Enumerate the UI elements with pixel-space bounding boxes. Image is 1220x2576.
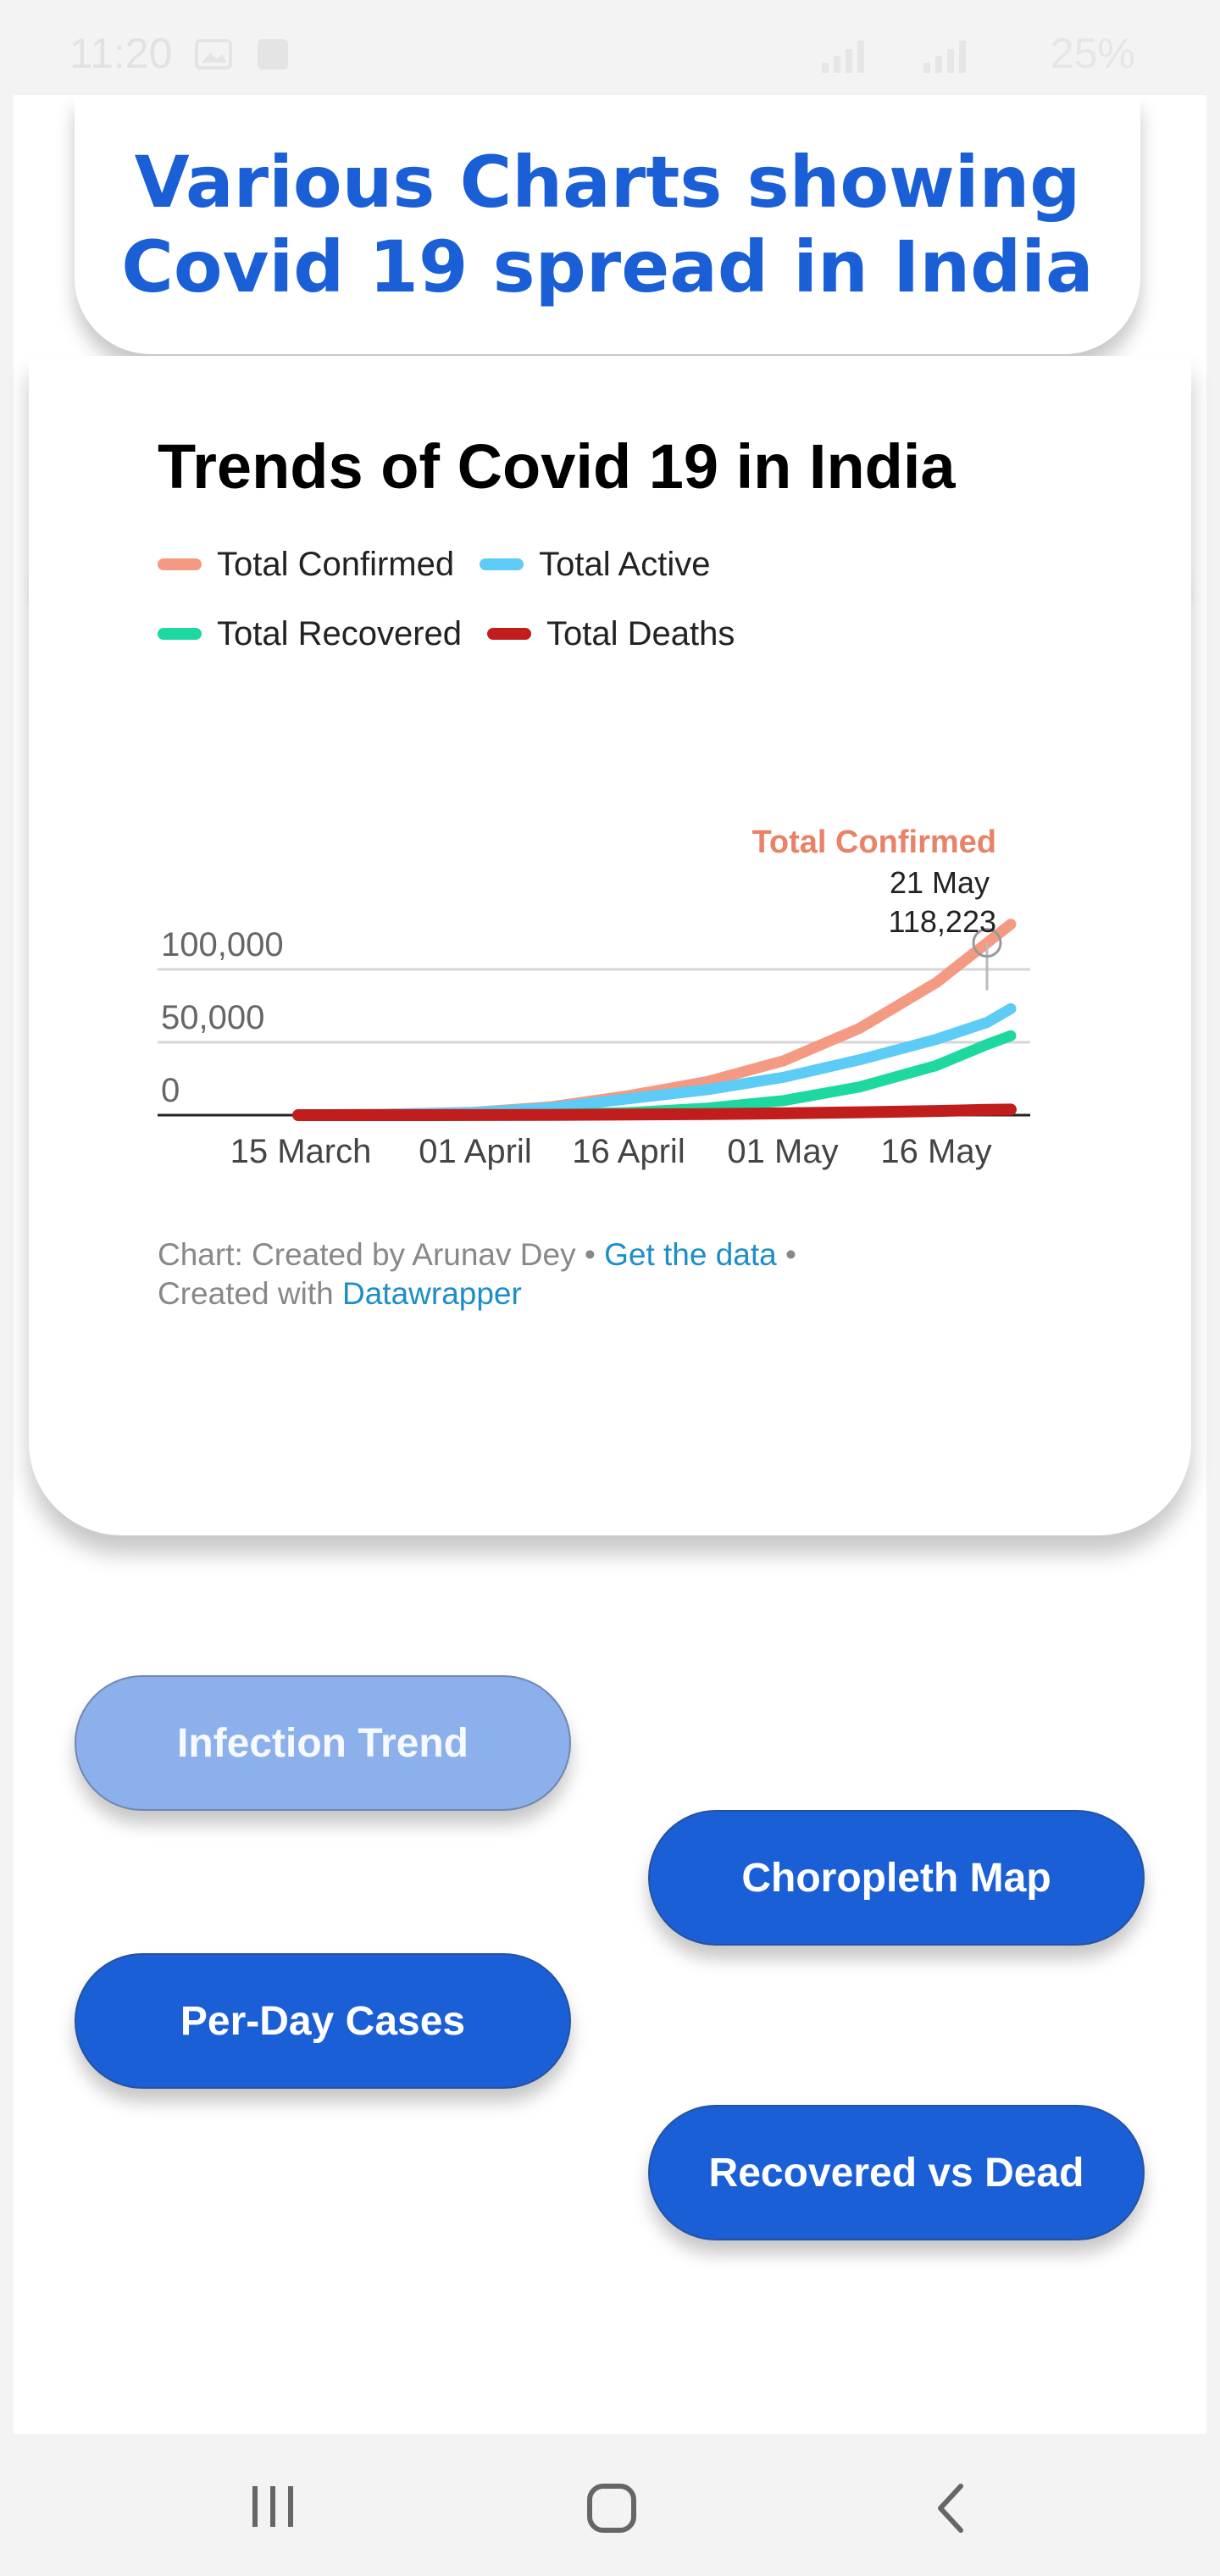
y-tick-label: 50,000 bbox=[161, 999, 264, 1036]
series-line-total-active bbox=[292, 1002, 1017, 1121]
get-the-data-link[interactable]: Get the data bbox=[604, 1237, 777, 1272]
x-tick-label: 16 May bbox=[880, 1133, 991, 1170]
datawrapper-link[interactable]: Datawrapper bbox=[342, 1276, 522, 1311]
x-tick-label: 01 May bbox=[727, 1133, 838, 1170]
credits-separator: • bbox=[785, 1237, 796, 1272]
series-line-total-deaths bbox=[292, 1103, 1017, 1121]
home-icon[interactable] bbox=[585, 2481, 639, 2535]
annotation-date: 21 May bbox=[890, 865, 990, 900]
y-tick-label: 0 bbox=[161, 1072, 180, 1109]
x-tick-label: 15 March bbox=[230, 1133, 372, 1170]
annotation-series-label: Total Confirmed bbox=[751, 824, 996, 860]
per-day-cases-button[interactable]: Per-Day Cases bbox=[75, 1953, 571, 2089]
recovered-vs-dead-label: Recovered vs Dead bbox=[708, 2150, 1084, 2196]
series-line-total-confirmed bbox=[292, 919, 1017, 1121]
chart-plot: 0 50,000 100,000 15 March 01 April 16 April 01… bbox=[158, 824, 1030, 1170]
x-tick-label: 01 April bbox=[419, 1133, 531, 1170]
system-nav-bar bbox=[0, 2434, 1220, 2576]
credits-prefix: Chart: Created by Arunav Dey • bbox=[158, 1237, 596, 1272]
chart-credits: Chart: Created by Arunav Dey • Get the d… bbox=[158, 1235, 796, 1313]
per-day-cases-label: Per-Day Cases bbox=[180, 1998, 466, 2044]
recovered-vs-dead-button[interactable]: Recovered vs Dead bbox=[648, 2105, 1145, 2240]
y-tick-label: 100,000 bbox=[161, 926, 284, 963]
infection-trend-label: Infection Trend bbox=[176, 1720, 469, 1766]
choropleth-map-label: Choropleth Map bbox=[741, 1855, 1051, 1901]
annotation-value: 118,223 bbox=[889, 904, 996, 939]
credits-created-with: Created with bbox=[158, 1276, 334, 1311]
choropleth-map-button[interactable]: Choropleth Map bbox=[648, 1810, 1145, 1946]
x-tick-label: 16 April bbox=[572, 1133, 685, 1170]
back-icon[interactable] bbox=[930, 2481, 973, 2535]
infection-trend-button[interactable]: Infection Trend bbox=[75, 1675, 571, 1811]
recent-apps-icon[interactable] bbox=[246, 2481, 300, 2532]
